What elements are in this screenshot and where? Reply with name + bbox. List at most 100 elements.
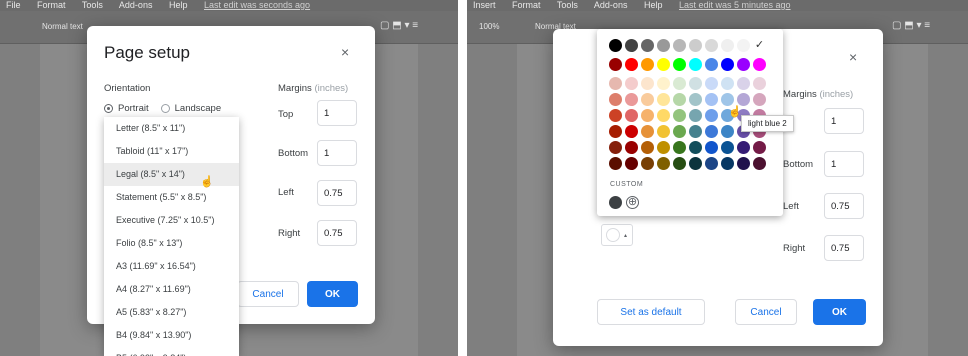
top-margin-input[interactable]: 1: [824, 108, 864, 134]
color-swatch[interactable]: [657, 77, 670, 90]
color-swatch[interactable]: [673, 157, 686, 170]
paper-size-option[interactable]: A4 (8.27" x 11.69"): [104, 278, 239, 301]
bottom-margin-input[interactable]: 1: [824, 151, 864, 177]
portrait-radio[interactable]: [104, 104, 113, 113]
color-swatch[interactable]: [673, 39, 686, 52]
zoom-select[interactable]: 100%: [479, 22, 499, 31]
color-swatch[interactable]: [689, 93, 702, 106]
color-swatch[interactable]: [673, 109, 686, 122]
color-swatch[interactable]: [609, 58, 622, 71]
close-icon[interactable]: ×: [849, 49, 857, 65]
menu-item-file[interactable]: File: [6, 0, 21, 10]
color-swatch[interactable]: [657, 157, 670, 170]
menu-item-tools[interactable]: Tools: [557, 0, 578, 10]
color-swatch[interactable]: [609, 93, 622, 106]
left-margin-input[interactable]: 0.75: [824, 193, 864, 219]
color-swatch[interactable]: [689, 39, 702, 52]
paper-size-option[interactable]: A3 (11.69" x 16.54"): [104, 255, 239, 278]
color-swatch[interactable]: [737, 39, 750, 52]
color-swatch[interactable]: [625, 109, 638, 122]
color-swatch[interactable]: [641, 125, 654, 138]
color-swatch[interactable]: [721, 125, 734, 138]
color-swatch[interactable]: [689, 58, 702, 71]
color-swatch[interactable]: [625, 93, 638, 106]
toolbar-icons[interactable]: ▢ ⬒ ▾ ≡: [892, 20, 930, 31]
color-swatch[interactable]: [705, 77, 718, 90]
color-swatch[interactable]: [721, 39, 734, 52]
custom-color-swatch[interactable]: [609, 196, 622, 209]
color-swatch[interactable]: [753, 141, 766, 154]
color-swatch[interactable]: [609, 39, 622, 52]
check-icon[interactable]: ✓: [753, 39, 766, 52]
color-swatch[interactable]: [705, 93, 718, 106]
color-swatch[interactable]: [657, 125, 670, 138]
paper-size-option[interactable]: Letter (8.5" x 11"): [104, 117, 239, 140]
last-edit-link[interactable]: Last edit was seconds ago: [204, 0, 310, 10]
menu-item-format[interactable]: Format: [37, 0, 66, 10]
paper-size-option[interactable]: Legal (8.5" x 14"): [104, 163, 239, 186]
bottom-margin-input[interactable]: 1: [317, 140, 357, 166]
color-swatch[interactable]: [609, 77, 622, 90]
cancel-button[interactable]: Cancel: [735, 299, 797, 325]
color-swatch[interactable]: [641, 58, 654, 71]
color-swatch[interactable]: [721, 58, 734, 71]
landscape-radio[interactable]: [160, 104, 170, 113]
color-swatch[interactable]: [753, 77, 766, 90]
ok-button[interactable]: OK: [307, 281, 358, 307]
color-swatch[interactable]: [625, 125, 638, 138]
close-icon[interactable]: ×: [341, 44, 349, 60]
color-swatch[interactable]: [625, 157, 638, 170]
color-swatch[interactable]: [609, 109, 622, 122]
color-swatch[interactable]: [609, 141, 622, 154]
right-margin-input[interactable]: 0.75: [824, 235, 864, 261]
color-swatch[interactable]: [721, 141, 734, 154]
color-swatch[interactable]: [689, 109, 702, 122]
paper-size-option[interactable]: Tabloid (11" x 17"): [104, 140, 239, 163]
color-swatch[interactable]: [705, 109, 718, 122]
color-swatch[interactable]: [705, 157, 718, 170]
color-swatch[interactable]: [641, 77, 654, 90]
menu-item-insert[interactable]: Insert: [473, 0, 496, 10]
menu-item-help[interactable]: Help: [169, 0, 188, 10]
color-swatch[interactable]: [625, 58, 638, 71]
left-margin-input[interactable]: 0.75: [317, 180, 357, 206]
color-swatch[interactable]: [721, 77, 734, 90]
cancel-button[interactable]: Cancel: [237, 281, 299, 307]
color-swatch[interactable]: [657, 141, 670, 154]
color-swatch[interactable]: [625, 77, 638, 90]
color-swatch[interactable]: [705, 125, 718, 138]
top-margin-input[interactable]: 1: [317, 100, 357, 126]
color-swatch[interactable]: [657, 58, 670, 71]
menu-item-tools[interactable]: Tools: [82, 0, 103, 10]
color-swatch[interactable]: [609, 157, 622, 170]
color-swatch[interactable]: [705, 58, 718, 71]
color-swatch[interactable]: [689, 141, 702, 154]
color-swatch[interactable]: [689, 77, 702, 90]
color-swatch[interactable]: [673, 58, 686, 71]
color-swatch[interactable]: [705, 39, 718, 52]
paper-size-option[interactable]: Executive (7.25" x 10.5"): [104, 209, 239, 232]
paper-size-option[interactable]: Statement (5.5" x 8.5"): [104, 186, 239, 209]
color-swatch[interactable]: [641, 39, 654, 52]
color-swatch[interactable]: [657, 109, 670, 122]
paper-size-option[interactable]: B4 (9.84" x 13.90"): [104, 324, 239, 347]
paper-size-option[interactable]: B5 (6.93" x 9.84"): [104, 347, 239, 356]
color-swatch[interactable]: [657, 39, 670, 52]
color-swatch[interactable]: [641, 93, 654, 106]
page-color-button[interactable]: ▴: [601, 224, 633, 246]
color-swatch[interactable]: [737, 58, 750, 71]
color-swatch[interactable]: [689, 157, 702, 170]
color-swatch[interactable]: [721, 157, 734, 170]
color-swatch[interactable]: [753, 157, 766, 170]
toolbar-icons[interactable]: ▢ ⬒ ▾ ≡: [380, 20, 418, 31]
style-select[interactable]: Normal text: [42, 22, 83, 31]
last-edit-link[interactable]: Last edit was 5 minutes ago: [679, 0, 791, 10]
color-swatch[interactable]: [657, 93, 670, 106]
set-as-default-button[interactable]: Set as default: [597, 299, 705, 325]
color-swatch[interactable]: [705, 141, 718, 154]
add-custom-color-icon[interactable]: ⊕: [626, 196, 639, 209]
color-swatch[interactable]: [753, 93, 766, 106]
paper-size-option[interactable]: A5 (5.83" x 8.27"): [104, 301, 239, 324]
color-swatch[interactable]: [689, 125, 702, 138]
color-swatch[interactable]: [641, 157, 654, 170]
